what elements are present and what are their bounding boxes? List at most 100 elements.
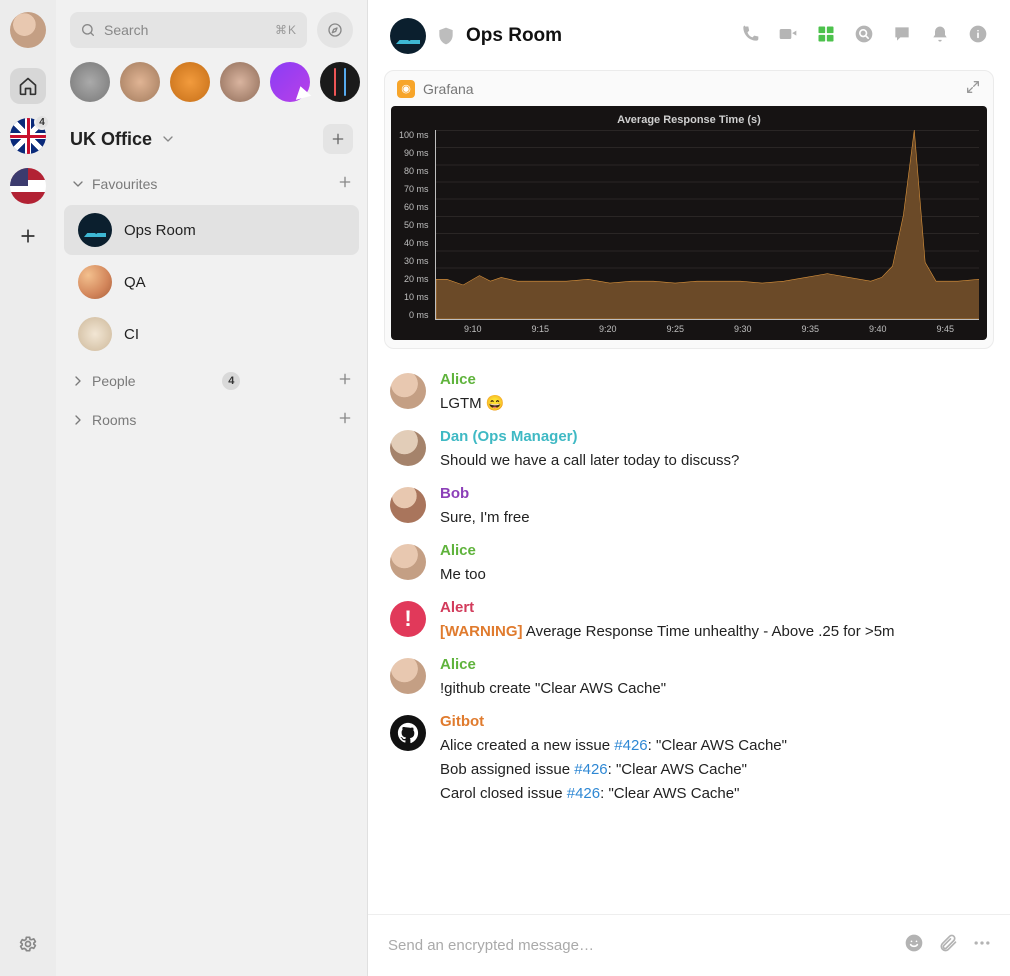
- apps-button[interactable]: [816, 24, 836, 49]
- room-avatar: [78, 265, 112, 299]
- avatar[interactable]: [390, 658, 426, 694]
- avatar[interactable]: [390, 487, 426, 523]
- avatar[interactable]: [390, 373, 426, 409]
- message-sender: Alice: [440, 656, 988, 673]
- message-text: Bob assigned issue #426: "Clear AWS Cach…: [440, 758, 988, 782]
- plus-icon: [337, 371, 353, 387]
- space-uk[interactable]: 4: [10, 118, 46, 168]
- section-favourites[interactable]: Favourites: [56, 164, 367, 203]
- section-add-button[interactable]: [337, 371, 353, 390]
- create-space-button[interactable]: [10, 218, 46, 254]
- section-add-button[interactable]: [337, 410, 353, 429]
- emoji-button[interactable]: [904, 933, 924, 958]
- message-sender: Dan (Ops Manager): [440, 428, 988, 445]
- room-name: CI: [124, 326, 139, 343]
- space-us[interactable]: [10, 168, 46, 204]
- video-call-button[interactable]: [778, 24, 798, 49]
- avatar[interactable]: [390, 544, 426, 580]
- chart-title: Average Response Time (s): [399, 112, 979, 130]
- video-icon: [778, 24, 798, 44]
- room-avatar: [78, 213, 112, 247]
- message: AliceLGTM 😄: [390, 365, 988, 422]
- message: !Alert[WARNING] Average Response Time un…: [390, 593, 988, 650]
- notifications-button[interactable]: [930, 24, 950, 49]
- issue-link[interactable]: #426: [614, 737, 647, 754]
- message-sender: Alice: [440, 542, 988, 559]
- message-sender: Alert: [440, 599, 988, 616]
- recent-avatar[interactable]: [220, 62, 260, 102]
- section-rooms[interactable]: Rooms: [56, 400, 367, 439]
- room-item[interactable]: CI: [64, 309, 359, 359]
- issue-link[interactable]: #426: [567, 785, 600, 802]
- left-panel: Search ⌘K UK Office Favourites Ops Room Q…: [56, 0, 368, 976]
- chevron-down-icon: [70, 176, 86, 192]
- room-avatar: [78, 317, 112, 351]
- room-name: QA: [124, 274, 146, 291]
- space-rail: 4: [0, 0, 56, 976]
- threads-icon: [892, 24, 912, 44]
- threads-button[interactable]: [892, 24, 912, 49]
- more-button[interactable]: [972, 933, 992, 958]
- search-input[interactable]: Search ⌘K: [70, 12, 307, 48]
- widget-expand-button[interactable]: [965, 79, 981, 98]
- phone-icon: [740, 24, 760, 44]
- message: Dan (Ops Manager) Should we have a call l…: [390, 422, 988, 479]
- paperclip-icon: [938, 933, 958, 953]
- recent-strip: [56, 62, 367, 118]
- section-label: Favourites: [92, 176, 157, 192]
- section-add-button[interactable]: [337, 174, 353, 193]
- recent-avatar[interactable]: [170, 62, 210, 102]
- recent-avatar[interactable]: [70, 62, 110, 102]
- search-shortcut: ⌘K: [275, 23, 297, 37]
- message: BobSure, I'm free: [390, 479, 988, 536]
- search-icon: [854, 24, 874, 44]
- room-avatar[interactable]: [390, 18, 426, 54]
- shield-icon: [436, 26, 456, 46]
- home-button[interactable]: [10, 68, 46, 104]
- message-sender: Gitbot: [440, 713, 988, 730]
- self-avatar[interactable]: [10, 12, 46, 48]
- plus-icon: [330, 131, 346, 147]
- widget-name: Grafana: [423, 81, 474, 97]
- explore-button[interactable]: [317, 12, 353, 48]
- chart: Average Response Time (s) 100 ms90 ms80 …: [391, 106, 987, 340]
- grafana-widget: ◉ Grafana Average Response Time (s) 100 …: [384, 70, 994, 349]
- space-header[interactable]: UK Office: [56, 118, 367, 164]
- recent-avatar[interactable]: [320, 62, 360, 102]
- voice-call-button[interactable]: [740, 24, 760, 49]
- section-people[interactable]: People 4: [56, 361, 367, 400]
- message-text: Should we have a call later today to dis…: [440, 449, 988, 473]
- home-icon: [18, 76, 38, 96]
- composer: [368, 914, 1010, 976]
- room-header: Ops Room: [368, 0, 1010, 66]
- expand-icon: [965, 79, 981, 95]
- attach-button[interactable]: [938, 933, 958, 958]
- smile-icon: [904, 933, 924, 953]
- message-list: AliceLGTM 😄 Dan (Ops Manager) Should we ha…: [368, 359, 1010, 914]
- message-text: !github create "Clear AWS Cache": [440, 677, 988, 701]
- room-item[interactable]: QA: [64, 257, 359, 307]
- room-info-button[interactable]: [968, 24, 988, 49]
- recent-avatar[interactable]: [120, 62, 160, 102]
- avatar[interactable]: !: [390, 601, 426, 637]
- apps-icon: [816, 24, 836, 44]
- bell-icon: [930, 24, 950, 44]
- message: Alice Me too: [390, 536, 988, 593]
- recent-avatar[interactable]: [270, 62, 310, 102]
- search-icon: [80, 22, 96, 38]
- avatar[interactable]: [390, 430, 426, 466]
- chart-plot: [435, 130, 979, 320]
- space-uk-badge: 4: [34, 114, 50, 130]
- room-search-button[interactable]: [854, 24, 874, 49]
- issue-link[interactable]: #426: [574, 761, 607, 778]
- favourites-list: Ops Room QA CI: [56, 203, 367, 361]
- space-name: UK Office: [70, 129, 152, 150]
- settings-button[interactable]: [10, 926, 46, 962]
- message-text: Alice created a new issue #426: "Clear A…: [440, 734, 988, 758]
- compass-icon: [327, 22, 343, 38]
- message-text: Me too: [440, 563, 988, 587]
- avatar[interactable]: [390, 715, 426, 751]
- space-add-button[interactable]: [323, 124, 353, 154]
- room-item[interactable]: Ops Room: [64, 205, 359, 255]
- message-input[interactable]: [386, 925, 890, 966]
